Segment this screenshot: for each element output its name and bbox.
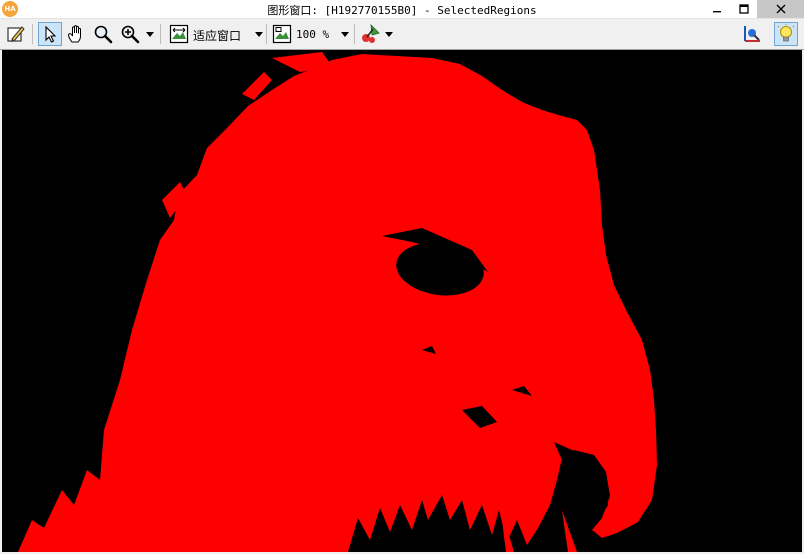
zoom-percent-button[interactable] <box>270 22 294 46</box>
minimize-button[interactable] <box>703 0 731 18</box>
zoom-in-tool-button[interactable] <box>118 22 142 46</box>
toolbar-separator <box>266 24 267 44</box>
close-icon <box>776 4 785 14</box>
zoom-percent-dropdown-arrow[interactable] <box>340 22 350 46</box>
maximize-icon <box>739 4 749 14</box>
window-title: 图形窗口: [H192770155B0] - SelectedRegions <box>267 4 537 17</box>
zoom-percent-label[interactable]: 100 % <box>296 28 329 41</box>
pixel-info-button[interactable] <box>740 22 764 46</box>
chevron-down-icon <box>385 31 393 37</box>
color-settings-button[interactable] <box>358 22 382 46</box>
fit-window-icon <box>169 24 189 44</box>
chevron-down-icon <box>255 31 263 37</box>
pointer-icon <box>45 25 57 43</box>
hand-pan-icon <box>68 25 81 43</box>
title-bar: HA 图形窗口: [H192770155B0] - SelectedRegion… <box>0 0 804 19</box>
graphics-toolbar: 适应窗口 100 % <box>0 19 804 50</box>
paint-color-icon <box>362 23 380 43</box>
pixel-info-icon <box>744 26 760 42</box>
pointer-tool-button[interactable] <box>38 22 62 46</box>
eagle-region-mask <box>18 52 682 552</box>
zoom-dropdown-arrow[interactable] <box>145 22 155 46</box>
maximize-button[interactable] <box>730 0 758 18</box>
toolbar-separator <box>32 24 33 44</box>
pan-tool-button[interactable] <box>64 22 88 46</box>
chevron-down-icon <box>341 31 349 37</box>
close-button[interactable] <box>757 0 804 18</box>
lightbulb-button[interactable] <box>774 22 798 46</box>
magnifier-icon <box>94 25 113 44</box>
fit-mode-dropdown-arrow[interactable] <box>254 22 264 46</box>
graphics-canvas[interactable] <box>2 50 802 552</box>
chevron-down-icon <box>146 31 154 37</box>
fit-window-button[interactable] <box>167 22 191 46</box>
edit-icon <box>7 26 25 42</box>
zoom-in-icon <box>121 25 140 44</box>
color-dropdown-arrow[interactable] <box>384 22 394 46</box>
toolbar-separator <box>354 24 355 44</box>
lightbulb-icon <box>777 24 795 42</box>
fit-mode-label[interactable]: 适应窗口 <box>193 27 241 44</box>
edit-tool-button[interactable] <box>4 22 28 46</box>
image-zoom-icon <box>272 24 292 44</box>
toolbar-separator <box>160 24 161 44</box>
minimize-icon <box>713 11 721 13</box>
magnifier-tool-button[interactable] <box>91 22 115 46</box>
